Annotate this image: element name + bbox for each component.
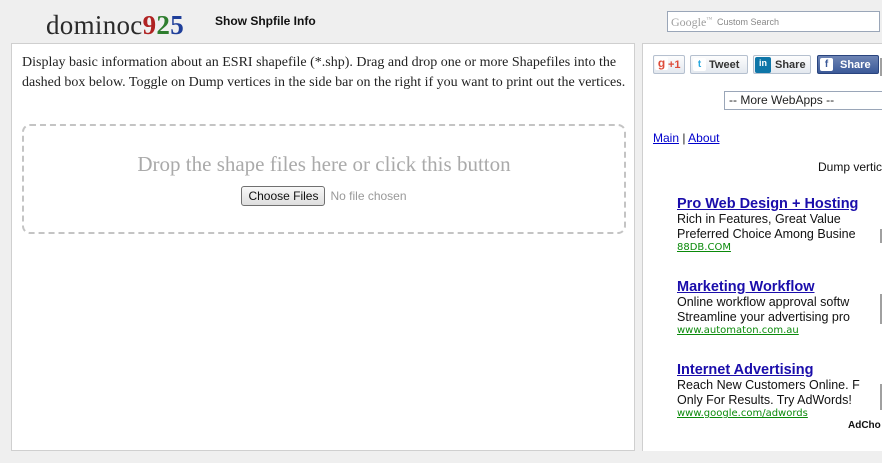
drop-zone-text: Drop the shape files here or click this … [137, 152, 511, 176]
ad-url-link[interactable]: 88DB.COM [677, 242, 858, 253]
page-title: Show Shpfile Info [215, 14, 316, 28]
google-brand: Google [671, 15, 707, 29]
nav-separator: | [682, 131, 686, 145]
no-file-label: No file chosen [330, 189, 407, 203]
linkedin-share-button[interactable]: in Share [753, 55, 811, 74]
facebook-share-button[interactable]: f Share [817, 55, 879, 74]
trademark-mark: ™ [706, 17, 713, 23]
ad-title-link[interactable]: Pro Web Design + Hosting [677, 196, 858, 212]
ad-item: Marketing Workflow Online workflow appro… [677, 279, 850, 336]
ad-text: Preferred Choice Among Busine [677, 227, 856, 241]
dump-vertices-label[interactable]: Dump vertic [818, 160, 882, 174]
ad-text: Online workflow approval softw [677, 295, 850, 309]
search-placeholder: Custom Search [717, 17, 780, 27]
tweet-label: Tweet [709, 59, 740, 71]
ad-url-link[interactable]: www.automaton.com.au [677, 325, 850, 336]
ad-url-link[interactable]: www.google.com/adwords [677, 408, 860, 419]
ad-item: Pro Web Design + Hosting Rich in Feature… [677, 196, 858, 253]
main-panel: Display basic information about an ESRI … [11, 43, 635, 451]
logo-digit: 5 [170, 10, 185, 40]
logo-digit: 2 [156, 10, 171, 40]
ad-item: Internet Advertising Reach New Customers… [677, 362, 860, 419]
linkedin-icon: in [755, 57, 771, 73]
facebook-share-label: Share [840, 59, 871, 71]
twitter-icon: t [693, 58, 706, 71]
more-webapps-select[interactable]: -- More WebApps -- [724, 91, 882, 110]
google-plus-label: +1 [668, 59, 681, 71]
ad-text: Streamline your advertising pro [677, 310, 850, 324]
adchoices-label[interactable]: AdCho [848, 420, 881, 431]
tweet-button[interactable]: t Tweet [690, 55, 748, 74]
facebook-icon: f [820, 58, 833, 71]
top-bar: dominoc925 Show Shpfile Info Google™ Cus… [0, 0, 882, 44]
sidebar-nav: Main | About [653, 131, 720, 145]
google-plus-icon: g [655, 57, 668, 70]
site-logo[interactable]: dominoc925 [46, 10, 184, 41]
logo-text: dominoc [46, 10, 143, 40]
ad-text: Rich in Features, Great Value [677, 212, 841, 226]
file-input: Choose Files No file chosen [24, 186, 624, 206]
google-logo: Google™ [671, 15, 712, 30]
ad-title-link[interactable]: Marketing Workflow [677, 279, 850, 295]
ad-title-link[interactable]: Internet Advertising [677, 362, 860, 378]
ad-text: Only For Results. Try AdWords! [677, 393, 852, 407]
ad-text: Reach New Customers Online. F [677, 378, 860, 392]
google-plus-button[interactable]: g +1 [653, 55, 685, 74]
search-input[interactable]: Google™ Custom Search [667, 11, 880, 32]
drop-zone[interactable]: Drop the shape files here or click this … [22, 124, 626, 234]
about-link[interactable]: About [688, 131, 719, 145]
sidebar: g +1 t Tweet in Share f Share -- More We… [642, 43, 882, 451]
logo-digit: 9 [142, 10, 157, 40]
linkedin-share-label: Share [775, 59, 806, 71]
page-description: Display basic information about an ESRI … [22, 55, 626, 90]
choose-files-button[interactable]: Choose Files [241, 186, 326, 206]
main-link[interactable]: Main [653, 131, 679, 145]
